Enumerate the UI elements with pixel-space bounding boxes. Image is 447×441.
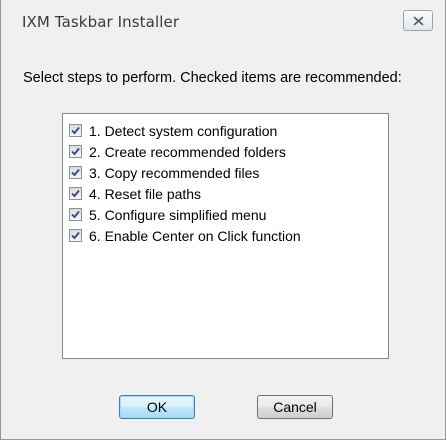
cancel-button[interactable]: Cancel bbox=[257, 395, 333, 419]
step-label: 3. Copy recommended files bbox=[89, 164, 260, 181]
step-checkbox[interactable] bbox=[69, 124, 82, 137]
step-item-center-on-click[interactable]: 6. Enable Center on Click function bbox=[69, 225, 301, 246]
step-item-create-folders[interactable]: 2. Create recommended folders bbox=[69, 141, 301, 162]
step-checkbox[interactable] bbox=[69, 166, 82, 179]
checkmark-icon bbox=[71, 147, 80, 156]
close-x-icon bbox=[413, 16, 423, 25]
title-bar[interactable]: IXM Taskbar Installer bbox=[1, 0, 445, 38]
installer-dialog: IXM Taskbar Installer Select steps to pe… bbox=[0, 0, 446, 440]
step-label: 2. Create recommended folders bbox=[89, 143, 286, 160]
step-checkbox[interactable] bbox=[69, 229, 82, 242]
step-label: 5. Configure simplified menu bbox=[89, 206, 267, 223]
steps-list-box[interactable]: 1. Detect system configuration 2. Create… bbox=[62, 113, 389, 359]
step-label: 1. Detect system configuration bbox=[89, 122, 278, 139]
checkmark-icon bbox=[71, 189, 80, 198]
checkmark-icon bbox=[71, 231, 80, 240]
checkmark-icon bbox=[71, 168, 80, 177]
checkmark-icon bbox=[71, 210, 80, 219]
steps-list: 1. Detect system configuration 2. Create… bbox=[69, 120, 301, 246]
step-item-copy-files[interactable]: 3. Copy recommended files bbox=[69, 162, 301, 183]
checkmark-icon bbox=[71, 126, 80, 135]
step-item-simplified-menu[interactable]: 5. Configure simplified menu bbox=[69, 204, 301, 225]
step-checkbox[interactable] bbox=[69, 145, 82, 158]
step-checkbox[interactable] bbox=[69, 208, 82, 221]
ok-button[interactable]: OK bbox=[119, 395, 195, 419]
instructions-text: Select steps to perform. Checked items a… bbox=[23, 70, 402, 86]
step-item-detect-config[interactable]: 1. Detect system configuration bbox=[69, 120, 301, 141]
window-title: IXM Taskbar Installer bbox=[22, 13, 180, 31]
step-label: 4. Reset file paths bbox=[89, 185, 202, 202]
close-button[interactable] bbox=[403, 10, 433, 31]
step-item-reset-paths[interactable]: 4. Reset file paths bbox=[69, 183, 301, 204]
step-checkbox[interactable] bbox=[69, 187, 82, 200]
step-label: 6. Enable Center on Click function bbox=[89, 227, 301, 244]
